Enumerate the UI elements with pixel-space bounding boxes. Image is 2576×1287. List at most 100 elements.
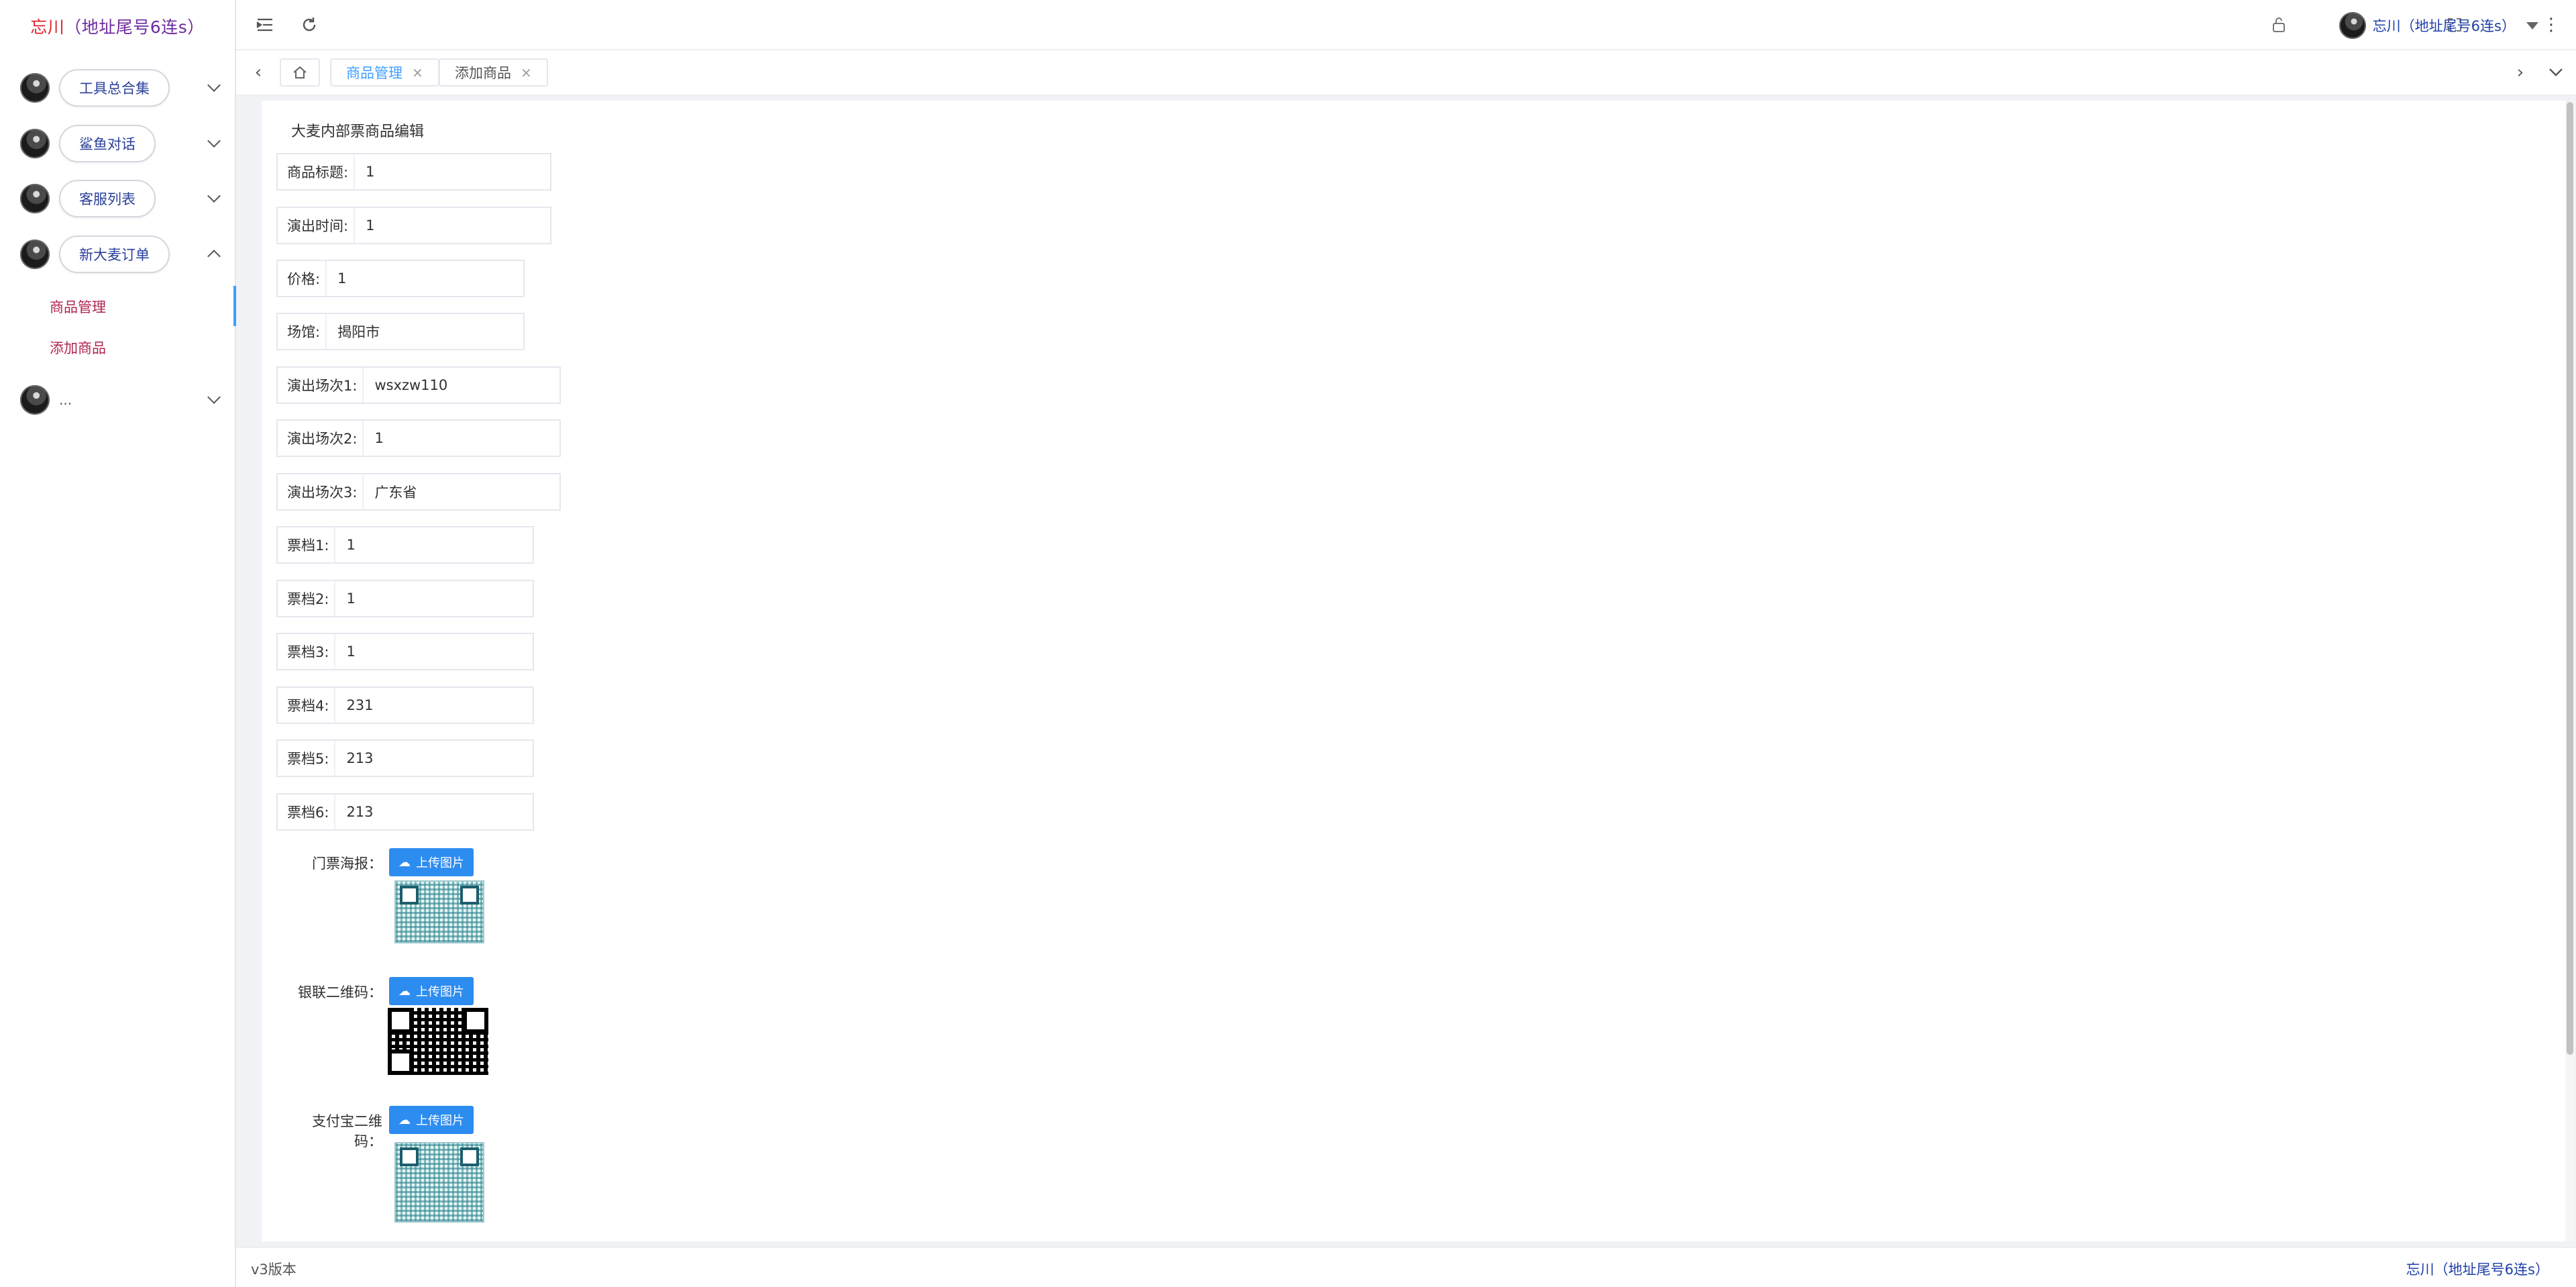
field-label: 演出场次1: xyxy=(278,368,364,403)
field-ticket-tier-5[interactable]: 票档5: 213 xyxy=(276,739,534,777)
avatar xyxy=(2339,12,2366,39)
qr-finder-pattern xyxy=(463,1008,488,1033)
chevron-down-icon xyxy=(207,79,221,92)
field-ticket-tier-2[interactable]: 票档2: 1 xyxy=(276,580,534,617)
field-label: 演出场次2: xyxy=(278,421,364,456)
brand-name: 忘川 xyxy=(30,17,65,37)
chevron-up-icon xyxy=(207,250,221,263)
sidebar-item-damai-orders[interactable]: 新大麦订单 xyxy=(0,230,235,278)
sidebar-item-label: 新大麦订单 xyxy=(59,236,170,273)
field-value[interactable]: 1 xyxy=(335,590,366,607)
field-label: 票档3: xyxy=(278,634,336,669)
cloud-upload-icon: ☁ xyxy=(398,855,411,870)
lock-icon[interactable] xyxy=(2269,15,2289,35)
upload-label-unionpay-qr: 银联二维码： xyxy=(298,984,382,1000)
cloud-upload-icon: ☁ xyxy=(398,984,411,998)
tab-home[interactable] xyxy=(280,58,320,87)
footer-user-link[interactable]: 忘川（地址尾号6连s） xyxy=(2406,1259,2549,1279)
field-label: 价格: xyxy=(278,261,327,296)
avatar xyxy=(20,385,50,415)
sidebar-item-label: ... xyxy=(59,392,72,408)
field-product-title[interactable]: 商品标题: 1 xyxy=(276,153,551,191)
avatar xyxy=(20,184,50,213)
poster-image-preview xyxy=(394,880,484,943)
field-ticket-tier-4[interactable]: 票档4: 231 xyxy=(276,686,534,724)
upload-poster-button[interactable]: ☁ 上传图片 xyxy=(389,848,474,876)
tab-product-management[interactable]: 商品管理 × xyxy=(330,58,439,87)
home-icon xyxy=(293,66,307,79)
upload-button-label: 上传图片 xyxy=(416,856,464,870)
submenu-item-product-management[interactable]: 商品管理 xyxy=(50,297,106,317)
qr-finder-pattern xyxy=(388,1049,413,1075)
field-label: 场馆: xyxy=(278,314,327,349)
chevron-down-icon xyxy=(207,391,221,404)
field-value[interactable]: 1 xyxy=(364,430,394,446)
field-label: 演出场次3: xyxy=(278,474,364,509)
sidebar-item-label: 工具总合集 xyxy=(59,69,170,107)
upload-unionpay-qr-button[interactable]: ☁ 上传图片 xyxy=(389,977,474,1005)
submenu-item-add-product[interactable]: 添加商品 xyxy=(50,338,106,358)
sidebar-item-tools[interactable]: 工具总合集 xyxy=(0,64,235,112)
chevron-down-icon xyxy=(207,134,221,148)
sidebar-item-label: 客服列表 xyxy=(59,180,156,217)
scrollbar-thumb[interactable] xyxy=(2567,102,2573,1055)
sidebar: 忘川 （地址尾号6连s） 工具总合集 鲨鱼对话 客服列表 新大麦订单 商品管理 添… xyxy=(0,0,236,1287)
field-value[interactable]: 213 xyxy=(335,750,384,766)
refresh-icon[interactable] xyxy=(299,15,319,35)
field-venue[interactable]: 场馆: 揭阳市 xyxy=(276,313,525,350)
cloud-upload-icon: ☁ xyxy=(398,1113,411,1127)
field-price[interactable]: 价格: 1 xyxy=(276,260,525,297)
field-label: 票档2: xyxy=(278,581,336,616)
field-label: 票档1: xyxy=(278,527,336,562)
field-value[interactable]: 广东省 xyxy=(364,482,427,502)
sidebar-item-customer-service[interactable]: 客服列表 xyxy=(0,174,235,223)
field-value[interactable]: 1 xyxy=(327,270,357,287)
menu-fold-icon[interactable] xyxy=(255,15,275,35)
field-value[interactable]: 1 xyxy=(355,164,385,180)
field-ticket-tier-6[interactable]: 票档6: 213 xyxy=(276,793,534,831)
upload-alipay-qr-button[interactable]: ☁ 上传图片 xyxy=(389,1106,474,1134)
tabs-bar: ‹ 商品管理 × 添加商品 × › xyxy=(236,50,2576,96)
field-ticket-tier-3[interactable]: 票档3: 1 xyxy=(276,633,534,670)
field-show-time[interactable]: 演出时间: 1 xyxy=(276,207,551,244)
top-header: 忘川（地址尾号6连s） ⋮ xyxy=(236,0,2576,50)
brand-suffix: （地址尾号6连s） xyxy=(64,17,205,37)
field-label: 票档5: xyxy=(278,741,336,776)
close-icon[interactable]: × xyxy=(521,64,532,81)
field-label: 演出时间: xyxy=(278,208,356,243)
chevron-down-icon xyxy=(207,189,221,203)
field-session-3[interactable]: 演出场次3: 广东省 xyxy=(276,473,561,511)
footer: v3版本 忘川（地址尾号6连s） xyxy=(236,1247,2576,1287)
user-name: 忘川（地址尾号6连s） xyxy=(2372,18,2516,34)
field-value[interactable]: wsxzw110 xyxy=(364,377,458,393)
active-indicator xyxy=(233,286,236,326)
field-value[interactable]: 1 xyxy=(335,644,366,660)
upload-label-alipay-qr: 支付宝二维码： xyxy=(312,1113,382,1149)
avatar xyxy=(20,73,50,103)
field-session-2[interactable]: 演出场次2: 1 xyxy=(276,419,561,457)
field-value[interactable]: 231 xyxy=(335,697,384,713)
sidebar-item-shark-chat[interactable]: 鲨鱼对话 xyxy=(0,119,235,168)
alipay-qr-preview xyxy=(394,1142,484,1223)
upload-button-label: 上传图片 xyxy=(416,1114,464,1128)
field-session-1[interactable]: 演出场次1: wsxzw110 xyxy=(276,366,561,404)
tab-add-product[interactable]: 添加商品 × xyxy=(439,58,548,87)
more-vertical-icon[interactable]: ⋮ xyxy=(2542,15,2560,35)
field-value[interactable]: 213 xyxy=(335,804,384,820)
field-value[interactable]: 1 xyxy=(335,537,366,553)
field-label: 票档4: xyxy=(278,688,336,723)
form-title: 大麦内部票商品编辑 xyxy=(291,123,425,140)
user-menu[interactable]: 忘川（地址尾号6连s） xyxy=(2339,11,2538,40)
field-ticket-tier-1[interactable]: 票档1: 1 xyxy=(276,526,534,564)
field-value[interactable]: 1 xyxy=(355,217,385,234)
field-value[interactable]: 揭阳市 xyxy=(327,321,390,342)
field-label: 票档6: xyxy=(278,794,336,829)
brand-title: 忘川 （地址尾号6连s） xyxy=(0,0,235,52)
chevron-left-icon[interactable]: ‹ xyxy=(248,60,268,85)
sidebar-item-more[interactable]: ... xyxy=(0,376,235,424)
unionpay-qr-preview xyxy=(388,1008,488,1075)
chevron-down-icon[interactable] xyxy=(2544,60,2568,85)
close-icon[interactable]: × xyxy=(412,64,423,81)
chevron-right-icon[interactable]: › xyxy=(2510,60,2530,85)
sidebar-item-label: 鲨鱼对话 xyxy=(59,125,156,162)
